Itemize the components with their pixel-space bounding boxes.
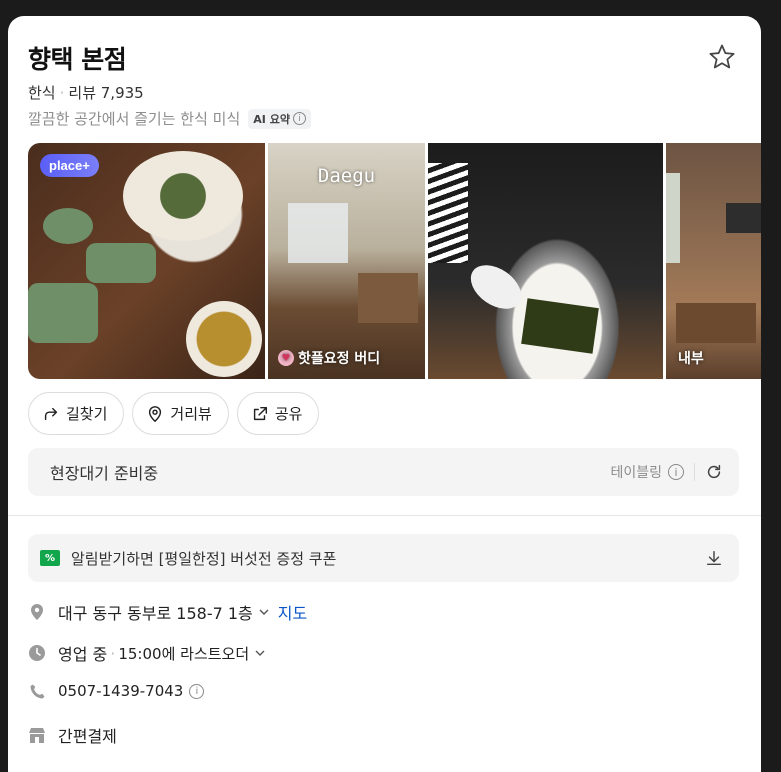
section-divider xyxy=(8,515,761,516)
chevron-down-icon[interactable] xyxy=(254,647,266,659)
street-view-button[interactable]: 거리뷰 xyxy=(132,392,229,435)
side-dish-shape xyxy=(28,283,98,343)
chevron-down-icon[interactable] xyxy=(258,606,270,618)
share-button[interactable]: 공유 xyxy=(236,392,320,435)
side-dish-shape xyxy=(86,243,156,283)
heart-icon: ♥ xyxy=(278,350,294,366)
info-icon: i xyxy=(292,112,306,125)
place-card: 향택 본점 한식 · 리뷰 7,935 깔끔한 공간에서 즐기는 한식 미식 AI … xyxy=(8,16,761,772)
photo-interior[interactable]: 내부 xyxy=(666,143,761,379)
last-order-text: 15:00에 라스트오더 xyxy=(118,644,250,663)
store-icon xyxy=(28,726,46,744)
table-shape xyxy=(358,273,418,323)
location-pin-icon xyxy=(149,405,162,422)
coupon-text: 알림받기하면 [평일한정] 버섯전 증정 쿠폰 xyxy=(71,549,337,568)
download-icon[interactable] xyxy=(705,549,723,567)
window-shape xyxy=(666,173,680,263)
location-pin-icon xyxy=(28,603,46,621)
photo-caption-text: 핫플요정 버디 xyxy=(298,351,381,367)
place-meta: 한식 · 리뷰 7,935 xyxy=(28,82,144,103)
directions-icon xyxy=(44,407,58,420)
side-dish-shape xyxy=(43,208,93,244)
phone-row: 0507-1439-7043 i xyxy=(28,682,205,700)
share-label: 공유 xyxy=(274,405,303,423)
waitlist-label: 현장대기 준비중 xyxy=(50,464,159,483)
address-text: 대구 동구 동부로 158-7 1층 xyxy=(58,604,253,623)
payment-text: 간편결제 xyxy=(58,727,117,746)
tea-cup-shape xyxy=(186,301,262,377)
address-row: 대구 동구 동부로 158-7 1층 지도 xyxy=(28,600,307,624)
review-count[interactable]: 리뷰 7,935 xyxy=(68,84,143,102)
clock-icon xyxy=(28,644,46,662)
business-status: 영업 중 xyxy=(58,645,108,664)
map-link[interactable]: 지도 xyxy=(278,600,307,624)
window-shape xyxy=(288,203,348,263)
photo-strip[interactable]: place+ Daegu ♥ 핫플요정 버디 내부 xyxy=(28,143,761,379)
action-buttons: 길찾기 거리뷰 공유 xyxy=(28,392,320,435)
phone-icon xyxy=(28,682,46,700)
wall-frame-shape xyxy=(726,203,761,233)
ai-summary-badge[interactable]: AI 요약 i xyxy=(248,108,311,129)
coupon-icon: % xyxy=(40,550,60,566)
photo-food-spread[interactable]: place+ xyxy=(28,143,265,379)
info-icon: i xyxy=(668,464,684,480)
ai-summary-label: AI 요약 xyxy=(253,112,290,126)
striped-sleeve-shape xyxy=(428,163,468,263)
phone-number[interactable]: 0507-1439-7043 xyxy=(58,682,183,700)
hours-row: 영업 중 · 15:00에 라스트오더 xyxy=(28,641,266,665)
photo-interior-video[interactable]: Daegu ♥ 핫플요정 버디 xyxy=(268,143,425,379)
place-description-row: 깔끔한 공간에서 즐기는 한식 미식 AI 요약 i xyxy=(28,108,311,129)
photo-overlay-title: Daegu xyxy=(317,165,376,187)
payment-row: 간편결제 xyxy=(28,723,117,747)
directions-label: 길찾기 xyxy=(66,405,108,423)
waitlist-provider-label: 테이블링 xyxy=(610,465,662,481)
table-shape xyxy=(676,303,756,343)
photo-caption: ♥ 핫플요정 버디 xyxy=(278,348,380,368)
photo-rice-bowl[interactable] xyxy=(428,143,663,379)
dot-separator: · xyxy=(110,643,116,663)
divider xyxy=(694,463,695,481)
dot-separator: · xyxy=(59,84,65,102)
star-icon[interactable] xyxy=(707,42,737,72)
place-plus-badge: place+ xyxy=(40,154,99,177)
place-description: 깔끔한 공간에서 즐기는 한식 미식 xyxy=(28,110,241,128)
place-title: 향택 본점 xyxy=(28,45,127,74)
photo-caption-text: 내부 xyxy=(678,351,704,367)
info-icon[interactable]: i xyxy=(189,683,205,699)
directions-button[interactable]: 길찾기 xyxy=(28,392,125,435)
coupon-banner[interactable]: % 알림받기하면 [평일한정] 버섯전 증정 쿠폰 xyxy=(28,534,739,582)
seaweed-shape xyxy=(521,298,599,354)
refresh-icon[interactable] xyxy=(705,463,723,481)
category: 한식 xyxy=(28,84,56,102)
street-view-label: 거리뷰 xyxy=(170,405,212,423)
rice-paddle-shape xyxy=(462,256,530,318)
waitlist-bar[interactable]: 현장대기 준비중 테이블링 i xyxy=(28,448,739,496)
bowl-shape xyxy=(123,151,243,241)
waitlist-provider[interactable]: 테이블링 i xyxy=(610,462,684,482)
share-icon xyxy=(253,406,267,420)
